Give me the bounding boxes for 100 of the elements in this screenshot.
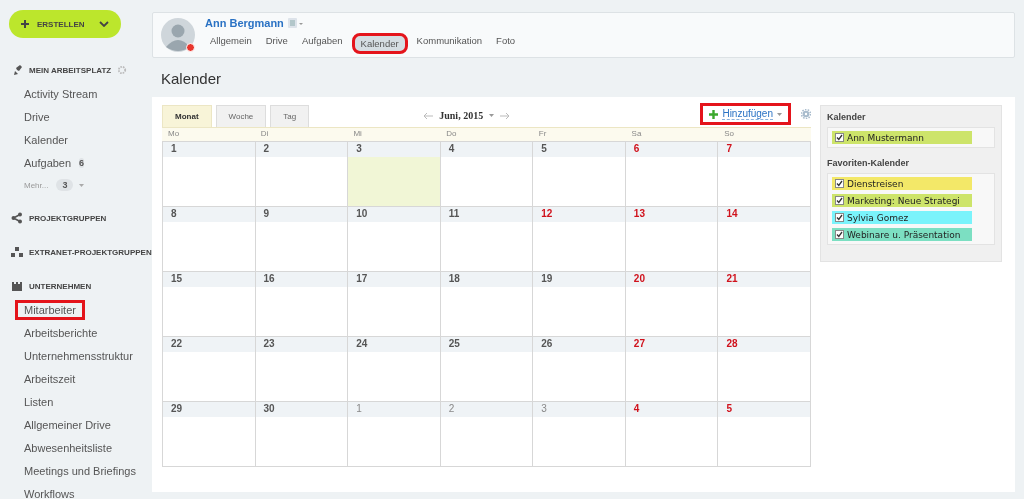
calendar-entry[interactable]: Marketing: Neue Strategi [832,194,972,207]
day-cell[interactable]: 5 [533,141,626,206]
day-number: 6 [625,142,718,157]
day-number: 1 [163,142,255,157]
day-cell[interactable]: 20 [625,271,719,336]
section-title[interactable]: PROJEKTGRUPPEN [29,213,107,223]
day-number: 25 [440,337,533,352]
day-cell[interactable]: 30 [255,401,349,466]
day-cell[interactable]: 17 [348,271,441,336]
sidebar-item[interactable]: Drive [24,110,50,123]
day-cell[interactable]: 9 [255,206,349,271]
calendar-entry[interactable]: Webinare u. Präsentation [832,228,972,241]
day-cell[interactable]: 3 [348,141,441,206]
day-cell[interactable]: 12 [533,206,626,271]
weekday-label: Di [259,128,270,140]
day-cell[interactable]: 22 [163,336,256,401]
user-name[interactable]: Ann Bergmann [205,16,284,29]
day-cell[interactable]: 7 [718,141,811,206]
day-cell[interactable]: 26 [533,336,626,401]
day-number: 8 [163,207,255,222]
day-number: 14 [718,207,810,222]
day-number: 19 [533,272,625,287]
sidebar-item[interactable]: Meetings und Briefings [24,464,136,477]
sidebar-item[interactable]: Unternehmensstruktur [24,349,133,362]
sidebar-item[interactable]: Arbeitsberichte [24,326,98,339]
month-selector[interactable]: Juni, 2015 [439,110,484,121]
calendar-entry[interactable]: Sylvia Gomez [832,211,972,224]
profile-tab[interactable]: Kalender [351,32,408,54]
sidebar-item[interactable]: Workflows [24,487,75,499]
caret-icon [79,183,85,187]
tower-icon [11,280,23,292]
day-number: 3 [533,402,625,417]
caret-icon [777,112,782,116]
counter-badge: 3 [56,179,74,191]
profile-tab[interactable]: Kommunikation [411,32,488,54]
day-number: 15 [163,272,255,287]
checkbox[interactable] [835,133,844,142]
day-cell[interactable]: 21 [718,271,811,336]
day-cell[interactable]: 28 [718,336,811,401]
day-cell[interactable]: 19 [533,271,626,336]
sidebar-item[interactable]: Mitarbeiter [15,299,85,320]
checkbox[interactable] [835,196,844,205]
weekday-label: Fr [537,128,548,140]
day-cell[interactable]: 27 [625,336,719,401]
checkbox[interactable] [835,179,844,188]
pin-icon [11,64,23,76]
sidebar-item[interactable]: Abwesenheitsliste [24,441,113,454]
day-cell[interactable]: 23 [255,336,349,401]
day-cell[interactable]: 24 [348,336,441,401]
checkbox[interactable] [835,230,844,239]
share-icon [11,212,23,224]
day-number: 5 [533,142,625,157]
section-title[interactable]: UNTERNEHMEN [29,281,92,291]
day-cell[interactable]: 2 [255,141,349,206]
sidebar-item[interactable]: Kalender [24,133,69,146]
day-cell[interactable]: 8 [163,206,256,271]
section-title[interactable]: MEIN ARBEITSPLATZ [29,65,112,75]
view-tab[interactable]: Tag [270,105,310,127]
day-cell[interactable]: 1 [163,141,256,206]
day-number: 21 [718,272,810,287]
sidebar-item[interactable]: Arbeitszeit [24,372,76,385]
profile-tab[interactable]: Drive [260,32,293,54]
chevron-down-icon [99,21,109,27]
weekday-label: So [723,128,736,140]
day-cell[interactable]: 16 [255,271,349,336]
day-cell[interactable]: 4 [440,141,534,206]
create-button[interactable]: ERSTELLEN [9,10,121,38]
day-cell[interactable]: 15 [163,271,256,336]
sidebar-item[interactable]: Allgemeiner Drive [24,418,111,431]
day-cell[interactable]: 25 [440,336,534,401]
day-cell[interactable]: 13 [625,206,719,271]
page-title: Kalender [161,70,222,87]
checkbox[interactable] [835,213,844,222]
profile-tab[interactable]: Foto [491,32,521,54]
day-cell[interactable]: 18 [440,271,534,336]
day-cell[interactable]: 6 [625,141,719,206]
day-number: 27 [625,337,718,352]
day-number: 1 [348,402,440,417]
day-number: 24 [348,337,440,352]
day-cell[interactable]: 11 [440,206,534,271]
day-cell[interactable]: 14 [718,206,811,271]
sidebar-item[interactable]: Aufgaben [24,156,72,169]
day-cell[interactable]: 5 [718,401,811,466]
view-tab[interactable]: Woche [215,105,267,127]
sidebar-item[interactable]: Activity Stream [24,87,98,100]
calendar-entry[interactable]: Ann Mustermann [832,131,972,144]
day-number: 29 [163,402,255,417]
section-title[interactable]: EXTRANET-PROJEKTGRUPPEN [29,247,152,257]
view-tab[interactable]: Monat [162,105,212,127]
day-number: 12 [533,207,625,222]
day-cell[interactable]: 10 [348,206,441,271]
weekday-label: Sa [630,128,643,140]
calendar-entry[interactable]: Dienstreisen [832,177,972,190]
day-cell[interactable]: 4 [625,401,719,466]
day-number: 2 [440,402,533,417]
profile-tab[interactable]: Aufgaben [296,32,348,54]
sidebar-item[interactable]: Listen [24,395,54,408]
avatar-icon [161,18,195,52]
day-cell[interactable]: 29 [163,401,256,466]
profile-tab[interactable]: Allgemein [205,32,257,54]
